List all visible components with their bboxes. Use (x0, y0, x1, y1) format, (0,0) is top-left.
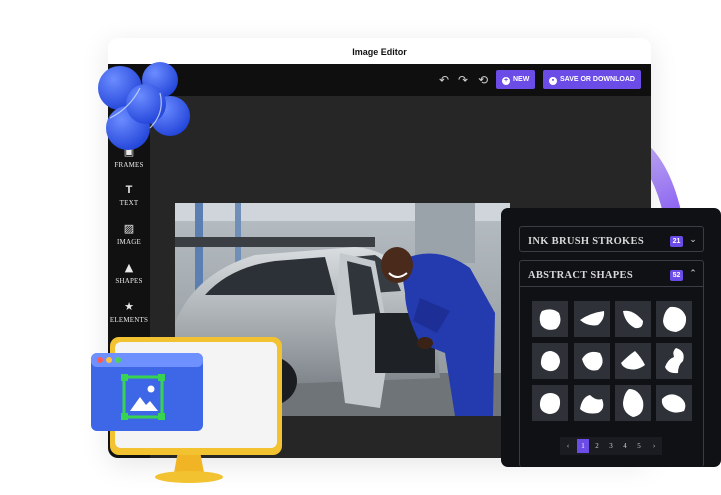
save-download-button[interactable]: ▪ SAVE OR DOWNLOAD (543, 70, 641, 89)
shape-thumbnail[interactable] (615, 385, 651, 421)
count-badge: 21 (670, 236, 683, 247)
new-button[interactable]: + NEW (496, 70, 536, 89)
shapes-panel: INK BRUSH STROKES 21 ⌄ ABSTRACT SHAPES 5… (501, 208, 721, 467)
shape-thumbnail[interactable] (656, 301, 692, 337)
shape-thumbnail[interactable] (532, 343, 568, 379)
chevron-up-icon[interactable]: ⌃ (688, 268, 698, 280)
accordion-header[interactable]: ABSTRACT SHAPES 52 ⌃ (520, 261, 703, 287)
shape-thumbnail[interactable] (656, 343, 692, 379)
chevron-down-icon[interactable]: ⌄ (688, 234, 698, 246)
shapes-icon: ▲ (124, 261, 134, 274)
shape-thumbnail[interactable] (532, 301, 568, 337)
page-1[interactable]: 1 (577, 439, 589, 453)
shape-thumbnail[interactable] (656, 385, 692, 421)
decorative-monitor (91, 337, 282, 483)
next-page-icon[interactable]: › (648, 439, 660, 453)
save-button-label: SAVE OR DOWNLOAD (560, 76, 635, 83)
prev-page-icon[interactable]: ‹ (562, 439, 574, 453)
sidebar-item-shapes[interactable]: ▲ SHAPES (108, 261, 150, 286)
text-icon: T (125, 184, 133, 196)
shape-thumbnail[interactable] (615, 301, 651, 337)
plus-icon: + (502, 77, 510, 85)
undo-icon[interactable]: ↶ (436, 72, 452, 88)
sidebar-item-elements[interactable]: ★ ELEMENTS (108, 300, 150, 325)
page-5[interactable]: 5 (633, 439, 645, 453)
new-button-label: NEW (513, 76, 530, 83)
sidebar-item-image[interactable]: ▨ IMAGE (108, 222, 150, 247)
star-icon: ★ (124, 300, 134, 313)
shape-thumbnail[interactable] (574, 343, 610, 379)
redo-icon[interactable]: ↷ (455, 72, 471, 88)
count-badge: 52 (670, 270, 683, 281)
decorative-blob (98, 62, 190, 150)
shape-thumbnail[interactable] (532, 385, 568, 421)
sidebar-item-label: TEXT (119, 199, 139, 207)
save-icon: ▪ (549, 77, 557, 85)
shape-thumbnail[interactable] (574, 301, 610, 337)
page-2[interactable]: 2 (591, 439, 603, 453)
page-4[interactable]: 4 (619, 439, 631, 453)
sidebar-item-label: IMAGE (117, 238, 141, 246)
sidebar-item-label: SHAPES (115, 277, 143, 285)
history-icon[interactable]: ⟲ (475, 72, 491, 88)
sidebar-item-label: ELEMENTS (109, 316, 149, 324)
image-icon: ▨ (123, 222, 135, 235)
sidebar-item-text[interactable]: T TEXT (108, 184, 150, 207)
sidebar-item-label: FRAMES (114, 161, 144, 169)
shape-thumbnail[interactable] (615, 343, 651, 379)
shape-thumbnail[interactable] (574, 385, 610, 421)
accordion-title: INK BRUSH STROKES (528, 236, 644, 247)
accordion-ink-brush-strokes[interactable]: INK BRUSH STROKES 21 ⌄ (519, 226, 704, 252)
pagination: ‹ 1 2 3 4 5 › (560, 437, 662, 455)
page-3[interactable]: 3 (605, 439, 617, 453)
accordion-title: ABSTRACT SHAPES (528, 270, 633, 281)
